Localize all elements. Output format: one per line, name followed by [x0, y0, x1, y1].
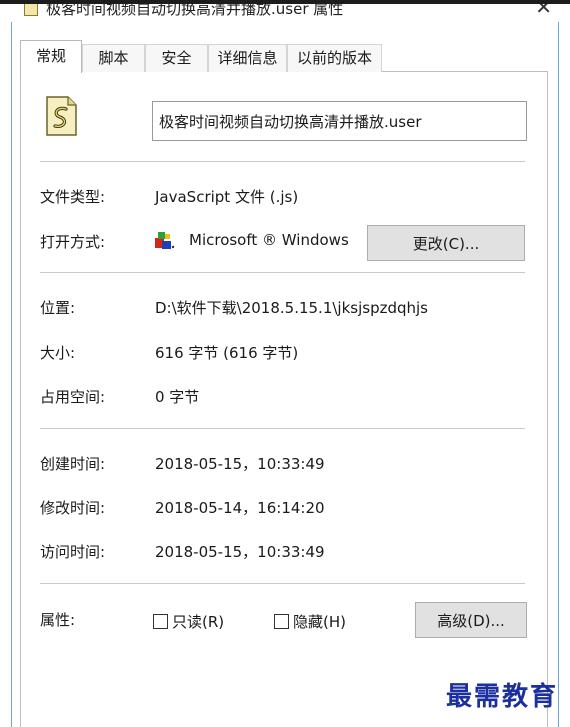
location-value: D:\软件下载\2018.5.15.1\jksjspzdqhjs	[155, 299, 428, 317]
modified-label: 修改时间:	[40, 499, 106, 517]
tab-previous-versions[interactable]: 以前的版本	[287, 44, 382, 72]
change-button[interactable]: 更改(C)...	[367, 225, 525, 261]
tab-security[interactable]: 安全	[145, 44, 208, 72]
size-on-disk-label: 占用空间:	[40, 388, 106, 406]
file-type-label: 文件类型:	[40, 188, 106, 206]
hidden-checkbox-box[interactable]	[274, 614, 289, 629]
properties-dialog: 极客时间视频自动切换高清并播放.user 属性 ✕ 常规 脚本 安全 详细信息 …	[0, 0, 570, 727]
window-frame-right	[558, 22, 559, 727]
script-file-icon	[46, 96, 77, 136]
tab-details[interactable]: 详细信息	[208, 44, 287, 72]
separator	[40, 583, 525, 584]
close-icon[interactable]: ✕	[535, 4, 552, 17]
accessed-label: 访问时间:	[40, 543, 106, 561]
file-name-input[interactable]	[152, 101, 527, 141]
title-file-icon	[24, 4, 38, 16]
hidden-checkbox[interactable]: 隐藏(H)	[274, 611, 346, 632]
tab-general[interactable]: 常规	[20, 40, 82, 73]
readonly-label: 只读(R)	[172, 613, 225, 631]
watermark: 最需教育	[446, 682, 559, 712]
open-with-label: 打开方式:	[40, 233, 106, 251]
created-value: 2018-05-15，10:33:49	[155, 455, 325, 473]
size-on-disk-value: 0 字节	[155, 388, 200, 406]
location-label: 位置:	[40, 299, 76, 317]
accessed-value: 2018-05-15，10:33:49	[155, 543, 325, 561]
separator	[40, 428, 525, 429]
advanced-button[interactable]: 高级(D)...	[415, 602, 527, 638]
hidden-label: 隐藏(H)	[293, 613, 346, 631]
windows-script-host-icon	[155, 232, 175, 249]
size-label: 大小:	[40, 344, 76, 362]
title-bar: 极客时间视频自动切换高清并播放.user 属性 ✕	[0, 4, 570, 22]
size-value: 616 字节 (616 字节)	[155, 344, 299, 362]
tab-script[interactable]: 脚本	[82, 44, 145, 72]
attributes-label: 属性:	[40, 611, 76, 629]
separator	[40, 161, 525, 162]
separator	[40, 272, 525, 273]
readonly-checkbox-box[interactable]	[153, 614, 168, 629]
file-type-value: JavaScript 文件 (.js)	[155, 188, 299, 206]
created-label: 创建时间:	[40, 455, 106, 473]
open-with-value: Microsoft ® Windows	[189, 231, 349, 249]
modified-value: 2018-05-14，16:14:20	[155, 499, 325, 517]
readonly-checkbox[interactable]: 只读(R)	[153, 611, 224, 632]
window-frame-left	[11, 22, 12, 727]
window-title: 极客时间视频自动切换高清并播放.user 属性	[46, 4, 344, 18]
